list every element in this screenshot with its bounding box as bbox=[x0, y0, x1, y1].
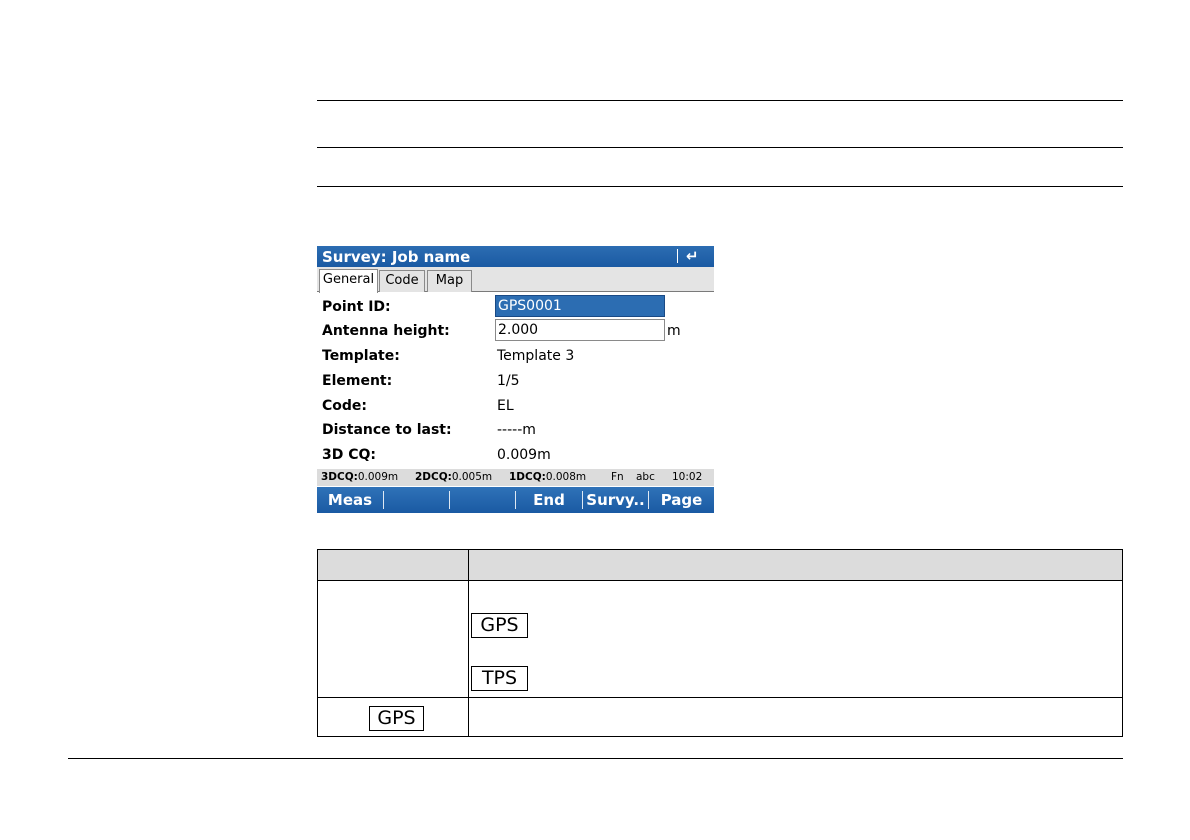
distance-to-last-value: -----m bbox=[497, 422, 536, 438]
tab-strip: General Code Map bbox=[317, 267, 714, 293]
meas-softkey[interactable]: Meas bbox=[317, 487, 383, 513]
description-table: GPS TPS GPS bbox=[317, 549, 1123, 737]
gps-key-label: GPS bbox=[471, 613, 528, 638]
template-label: Template: bbox=[322, 348, 400, 364]
tab-label: General bbox=[322, 272, 375, 287]
status-2dcq: 2DCQ:0.005m bbox=[415, 469, 492, 486]
softkey-3[interactable] bbox=[450, 487, 515, 513]
point-id-input[interactable]: GPS0001 bbox=[495, 295, 665, 317]
table-row1-col2: GPS TPS bbox=[468, 580, 1123, 698]
table-header-col2 bbox=[468, 549, 1123, 581]
code-value: EL bbox=[497, 398, 514, 414]
antenna-height-input[interactable]: 2.000 bbox=[495, 319, 665, 341]
tab-map[interactable]: Map bbox=[427, 270, 472, 292]
cq3d-value: 0.009m bbox=[497, 447, 551, 463]
status-1dcq: 1DCQ:0.008m bbox=[509, 469, 586, 486]
device-screen: Survey: Job name ↵ General Code Map Poin… bbox=[317, 246, 714, 513]
status-2dcq-value: 0.005m bbox=[451, 471, 493, 483]
back-icon[interactable]: ↵ bbox=[686, 246, 699, 266]
status-2dcq-label: 2DCQ: bbox=[415, 471, 452, 483]
status-fn: Fn bbox=[611, 471, 624, 483]
table-row2-col1: GPS bbox=[317, 697, 469, 737]
tab-label: Code bbox=[385, 273, 419, 288]
end-softkey[interactable]: End bbox=[516, 487, 582, 513]
cq3d-label: 3D CQ: bbox=[322, 447, 377, 463]
point-id-label: Point ID: bbox=[322, 299, 391, 315]
softkey-bar: Meas End Survy.. Page bbox=[317, 487, 714, 513]
tab-label: Map bbox=[435, 273, 464, 288]
page-softkey[interactable]: Page bbox=[649, 487, 714, 513]
rule-middle bbox=[317, 147, 1123, 148]
table-row1-col1 bbox=[317, 580, 469, 698]
status-1dcq-label: 1DCQ: bbox=[509, 471, 546, 483]
status-time: 10:02 bbox=[672, 471, 703, 483]
survey-softkey[interactable]: Survy.. bbox=[583, 487, 648, 513]
element-label: Element: bbox=[322, 373, 393, 389]
antenna-height-label: Antenna height: bbox=[322, 323, 450, 339]
status-3dcq-value: 0.009m bbox=[357, 471, 399, 483]
title-bar: Survey: Job name ↵ bbox=[317, 246, 714, 267]
template-value: Template 3 bbox=[497, 348, 575, 364]
tab-general[interactable]: General bbox=[319, 269, 378, 293]
gps-key-label: GPS bbox=[369, 706, 424, 731]
rule-bottom bbox=[317, 186, 1123, 187]
table-row2-col2 bbox=[468, 697, 1123, 737]
element-value: 1/5 bbox=[497, 373, 520, 389]
tab-code[interactable]: Code bbox=[379, 270, 425, 292]
footer-rule bbox=[68, 758, 1123, 759]
antenna-height-unit: m bbox=[667, 323, 681, 339]
status-3dcq-label: 3DCQ: bbox=[321, 471, 358, 483]
status-3dcq: 3DCQ:0.009m bbox=[321, 469, 398, 486]
rule-top bbox=[317, 100, 1123, 101]
code-label: Code: bbox=[322, 398, 368, 414]
distance-to-last-label: Distance to last: bbox=[322, 422, 452, 438]
status-input-mode: abc bbox=[636, 471, 655, 483]
window-title: Survey: Job name bbox=[322, 248, 471, 266]
softkey-2[interactable] bbox=[384, 487, 449, 513]
title-separator bbox=[677, 249, 678, 263]
table-header-col1 bbox=[317, 549, 469, 581]
status-1dcq-value: 0.008m bbox=[545, 471, 587, 483]
status-bar: 3DCQ:0.009m 2DCQ:0.005m 1DCQ:0.008m Fn a… bbox=[317, 469, 714, 486]
tps-key-label: TPS bbox=[471, 666, 528, 691]
